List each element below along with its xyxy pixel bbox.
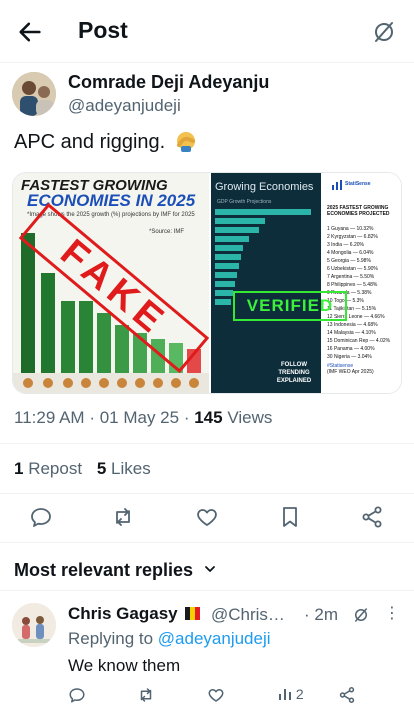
author-handle[interactable]: @adeyanjudeji	[68, 96, 181, 116]
statisense-panel: StatiSense 2025 FASTEST GROWING ECONOMIE…	[323, 173, 401, 393]
list-item: 13 Indonesia — 4.68%	[327, 322, 378, 328]
list-item: 1 Guyana — 10.32%	[327, 226, 374, 232]
statisense-brand: StatiSense	[345, 181, 371, 187]
list-item: 2 Kyrgyzstan — 6.82%	[327, 234, 378, 240]
like-icon[interactable]	[195, 505, 219, 529]
list-item: 4 Mongolia — 6.04%	[327, 250, 374, 256]
reply-author-handle[interactable]: @Chris…	[211, 605, 285, 625]
ge-subtitle: GDP Growth Projections	[217, 199, 272, 205]
list-item: 6 Uzbekistan — 5.90%	[327, 266, 378, 272]
statisense-tag: #Statisense (IMF WEO Apr 2025)	[327, 363, 374, 375]
belgium-flag-icon	[185, 604, 201, 623]
likes-label: Likes	[111, 459, 151, 478]
reply-author-name[interactable]: Chris Gagasy	[68, 604, 201, 624]
grok-icon[interactable]	[372, 20, 396, 44]
views-icon	[279, 689, 291, 700]
header-divider	[0, 62, 414, 63]
reply-context: Replying to @adeyanjudeji	[68, 629, 271, 649]
repost-icon[interactable]	[111, 505, 135, 529]
author-avatar[interactable]	[12, 72, 56, 116]
meta-separator: ·	[89, 408, 100, 427]
verified-stamp: VERIFIED	[233, 291, 347, 321]
author-name[interactable]: Comrade Deji Adeyanju	[68, 72, 269, 93]
post-stats: 1 Repost 5 Likes	[14, 459, 151, 479]
post-meta: 11:29 AM · 01 May 25 · 145 Views	[14, 408, 272, 428]
facepalm-emoji-icon	[176, 132, 195, 152]
bookmark-icon[interactable]	[278, 505, 302, 529]
post-media[interactable]: FASTEST GROWING ECONOMIES IN 2025 *Image…	[12, 172, 402, 394]
reply-time: · 2m	[304, 605, 338, 624]
ge-title: Growing Economies	[215, 181, 314, 193]
replying-to-handle[interactable]: @adeyanjudeji	[158, 629, 271, 648]
likes-stat[interactable]: 5 Likes	[97, 459, 151, 478]
reply-action-bar	[0, 686, 414, 706]
views-count: 145	[194, 408, 223, 427]
statisense-list-title: 2025 FASTEST GROWING ECONOMIES PROJECTED	[327, 205, 390, 217]
list-item: 8 Philippines — 5.48%	[327, 282, 378, 288]
repost-icon[interactable]	[137, 686, 155, 704]
page-title: Post	[78, 17, 128, 43]
list-item: 15 Dominican Rep — 4.02%	[327, 338, 391, 344]
reply-text: We know them	[68, 656, 181, 675]
reposts-count: 1	[14, 459, 24, 478]
reply-author-name-text: Chris Gagasy	[68, 604, 178, 623]
reply-more-icon[interactable]: ⋮	[384, 603, 400, 623]
replying-to-label: Replying to	[68, 629, 154, 648]
statisense-source: (IMF WEO Apr 2025)	[327, 369, 374, 375]
reply-icon[interactable]	[68, 686, 86, 704]
reply-views-count: 2	[295, 686, 304, 702]
stats-divider	[0, 493, 414, 494]
top-bar: Post	[0, 0, 414, 62]
post-time: 11:29 AM	[14, 408, 85, 427]
chevron-down-icon	[205, 566, 215, 572]
share-icon[interactable]	[338, 686, 356, 704]
post-text: APC and rigging.	[14, 130, 197, 154]
reply-views[interactable]: 2	[278, 686, 304, 702]
post-text-content: APC and rigging.	[14, 131, 166, 153]
media-image-verified[interactable]: Growing Economies GDP Growth Projections…	[211, 173, 401, 393]
reply-icon[interactable]	[29, 505, 53, 529]
replies-sort-button[interactable]: Most relevant replies	[14, 560, 216, 581]
meta-separator: ·	[183, 408, 195, 427]
meta-divider	[0, 443, 414, 444]
list-item: 14 Malaysia — 4.10%	[327, 330, 376, 336]
list-item: 3 India — 6.20%	[327, 242, 364, 248]
post-action-bar	[0, 505, 414, 531]
list-item: 7 Argentina — 5.50%	[327, 274, 375, 280]
back-arrow-icon[interactable]	[16, 18, 44, 46]
like-icon[interactable]	[207, 686, 225, 704]
statisense-logo-icon	[332, 180, 342, 190]
reposts-stat[interactable]: 1 Repost	[14, 459, 82, 478]
actions-divider	[0, 542, 414, 543]
post-date: 01 May 25	[99, 408, 180, 427]
replies-divider	[0, 590, 414, 591]
views-label: Views	[227, 408, 273, 427]
reposts-label: Repost	[28, 459, 83, 478]
growing-economies-panel: Growing Economies GDP Growth Projections…	[211, 173, 321, 393]
likes-count: 5	[96, 459, 107, 478]
list-item: 16 Panama — 4.00%	[327, 346, 375, 352]
media-image-fake[interactable]: FASTEST GROWING ECONOMIES IN 2025 *Image…	[13, 173, 209, 393]
replies-sort-label: Most relevant replies	[14, 560, 194, 580]
list-item: 30 Nigeria — 3.04%	[327, 354, 372, 360]
reply-avatar[interactable]	[12, 603, 56, 647]
list-item: 5 Georgia — 5.98%	[327, 258, 371, 264]
share-icon[interactable]	[360, 505, 384, 529]
follow-text: FOLLOW TRENDING EXPLAINED	[276, 362, 312, 384]
grok-icon[interactable]	[352, 606, 370, 624]
